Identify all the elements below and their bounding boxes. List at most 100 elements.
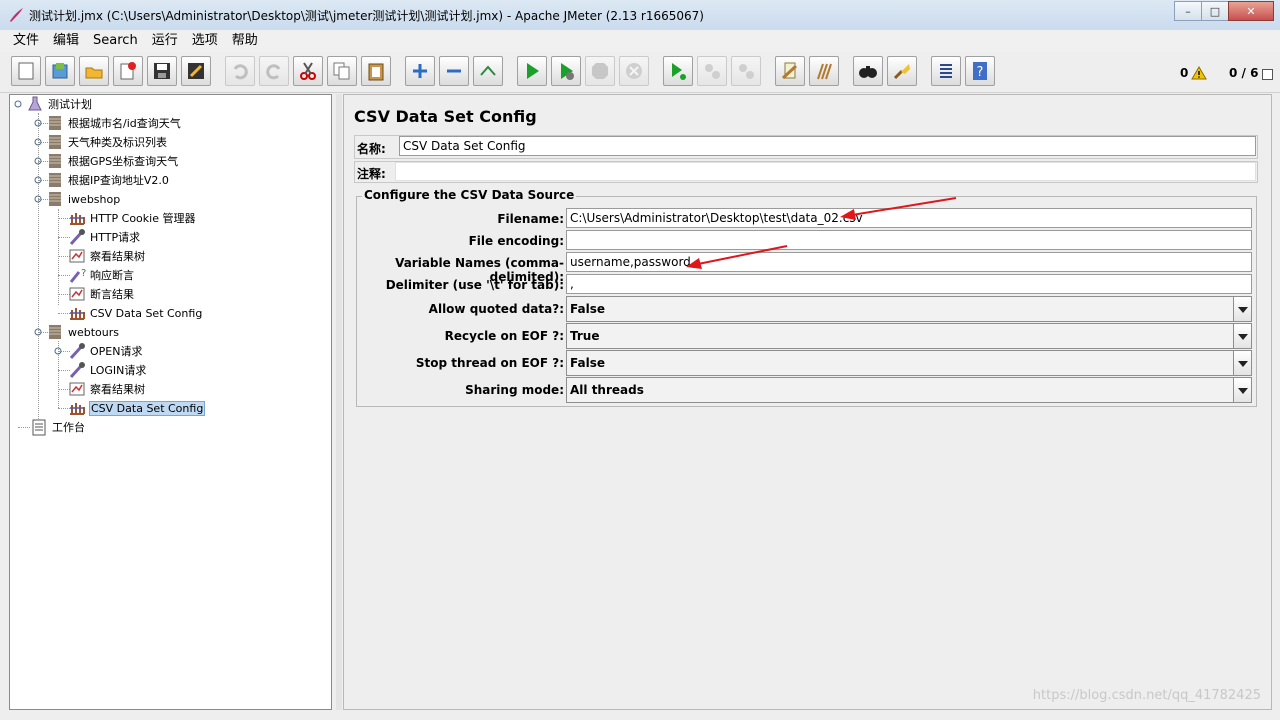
recycle-eof-select[interactable]: True xyxy=(566,323,1252,349)
paste-icon[interactable] xyxy=(361,56,391,86)
close-file-icon[interactable] xyxy=(113,56,143,86)
tree-node-csv-data-set-config-selected[interactable]: CSV Data Set Config xyxy=(68,399,206,417)
toggle-icon[interactable] xyxy=(473,56,503,86)
expand-handle-icon[interactable] xyxy=(34,157,42,165)
copy-icon[interactable] xyxy=(327,56,357,86)
svg-text:?: ? xyxy=(81,268,86,279)
delimiter-field[interactable]: , xyxy=(566,274,1252,294)
tree-node-thread-group[interactable]: 根据城市名/id查询天气 xyxy=(34,114,182,132)
menu-bar: 文件 编辑 Search 运行 选项 帮助 xyxy=(0,30,1280,52)
error-count: 0 xyxy=(1180,66,1189,80)
warning-icon[interactable] xyxy=(1191,66,1207,80)
menu-file[interactable]: 文件 xyxy=(0,30,46,52)
tree-node-label: OPEN请求 xyxy=(90,345,143,358)
expand-handle-icon[interactable] xyxy=(34,119,42,127)
tree-node-thread-group[interactable]: 天气种类及标识列表 xyxy=(34,133,168,151)
name-label: 名称: xyxy=(357,142,386,156)
remote-start-icon[interactable] xyxy=(663,56,693,86)
expand-handle-icon[interactable] xyxy=(54,347,62,355)
function-helper-icon[interactable] xyxy=(931,56,961,86)
thread-group-spool-icon xyxy=(49,173,61,187)
tree-node-test-plan[interactable]: 测试计划 xyxy=(14,95,93,113)
remote-stop-icon[interactable] xyxy=(697,56,727,86)
sharing-mode-label: Sharing mode: xyxy=(465,383,564,397)
undo-icon[interactable] xyxy=(225,56,255,86)
menu-run[interactable]: 运行 xyxy=(145,30,185,52)
sampler-pipette-icon xyxy=(69,229,85,246)
collapse-handle-icon[interactable] xyxy=(34,328,42,336)
menu-help[interactable]: 帮助 xyxy=(225,30,265,52)
menu-options[interactable]: 选项 xyxy=(185,30,225,52)
config-element-icon xyxy=(70,403,85,415)
tree-node-http-request[interactable]: HTTP请求 xyxy=(68,228,141,246)
variable-names-field[interactable]: username,password xyxy=(566,252,1252,272)
tree-node-login-request[interactable]: LOGIN请求 xyxy=(68,361,147,379)
close-button[interactable]: ✕ xyxy=(1228,1,1274,21)
tree-node-assertion-results[interactable]: 断言结果 xyxy=(68,285,135,303)
thread-group-spool-icon xyxy=(49,325,61,339)
file-encoding-field[interactable] xyxy=(566,230,1252,250)
sampler-pipette-icon xyxy=(69,362,85,379)
panel-splitter[interactable] xyxy=(336,94,342,710)
menu-edit[interactable]: 编辑 xyxy=(46,30,86,52)
tree-node-thread-group[interactable]: 根据IP查询地址V2.0 xyxy=(34,171,170,189)
expand-all-icon[interactable] xyxy=(405,56,435,86)
redo-icon[interactable] xyxy=(259,56,289,86)
tree-node-view-results-tree[interactable]: 察看结果树 xyxy=(68,247,146,265)
start-no-pauses-icon[interactable] xyxy=(551,56,581,86)
name-field[interactable]: CSV Data Set Config xyxy=(399,136,1256,156)
clear-icon[interactable] xyxy=(775,56,805,86)
reset-search-icon[interactable] xyxy=(887,56,917,86)
title-bar: 测试计划.jmx (C:\Users\Administrator\Desktop… xyxy=(0,0,1280,31)
tree-node-label: HTTP请求 xyxy=(90,231,141,244)
shutdown-icon[interactable] xyxy=(619,56,649,86)
stop-icon[interactable] xyxy=(585,56,615,86)
expand-handle-icon[interactable] xyxy=(14,100,22,108)
open-icon[interactable] xyxy=(79,56,109,86)
stop-thread-select[interactable]: False xyxy=(566,350,1252,376)
expand-handle-icon[interactable] xyxy=(34,138,42,146)
tree-node-label: 察看结果树 xyxy=(90,250,145,263)
tree-node-label: webtours xyxy=(68,325,120,339)
tree-node-label: 天气种类及标识列表 xyxy=(68,136,167,149)
tree-node-label: 根据城市名/id查询天气 xyxy=(68,117,181,130)
cut-icon[interactable] xyxy=(293,56,323,86)
tree-node-label: CSV Data Set Config xyxy=(89,400,206,416)
search-binoculars-icon[interactable] xyxy=(853,56,883,86)
tree-node-view-results-tree[interactable]: 察看结果树 xyxy=(68,380,146,398)
start-icon[interactable] xyxy=(517,56,547,86)
csv-source-group-title: Configure the CSV Data Source xyxy=(362,188,577,202)
tree-node-workbench[interactable]: 工作台 xyxy=(30,418,86,436)
chevron-down-icon[interactable] xyxy=(1233,378,1251,402)
comment-field[interactable] xyxy=(395,162,1256,181)
templates-icon[interactable] xyxy=(45,56,75,86)
tree-node-thread-group-iwebshop[interactable]: iwebshop xyxy=(34,190,121,208)
tree-node-thread-group-webtours[interactable]: webtours xyxy=(34,323,120,341)
save-screen-icon[interactable] xyxy=(181,56,211,86)
filename-field[interactable]: C:\Users\Administrator\Desktop\test\data… xyxy=(566,208,1252,228)
save-icon[interactable] xyxy=(147,56,177,86)
tree-node-thread-group[interactable]: 根据GPS坐标查询天气 xyxy=(34,152,179,170)
tree-node-response-assertion[interactable]: ? 响应断言 xyxy=(68,266,135,284)
jmeter-feather-icon xyxy=(10,8,23,22)
tree-node-open-request[interactable]: OPEN请求 xyxy=(54,342,143,360)
chevron-down-icon[interactable] xyxy=(1233,324,1251,348)
remote-shutdown-icon[interactable] xyxy=(731,56,761,86)
collapse-all-icon[interactable] xyxy=(439,56,469,86)
config-element-icon xyxy=(70,213,85,225)
chevron-down-icon[interactable] xyxy=(1233,297,1251,321)
minimize-button[interactable]: – xyxy=(1174,1,1202,21)
new-icon[interactable] xyxy=(11,56,41,86)
allow-quoted-select[interactable]: False xyxy=(566,296,1252,322)
clear-all-icon[interactable] xyxy=(809,56,839,86)
tree-node-cookie-manager[interactable]: HTTP Cookie 管理器 xyxy=(68,209,196,227)
tree-node-csv-data-set-config[interactable]: CSV Data Set Config xyxy=(68,304,203,322)
sharing-mode-select[interactable]: All threads xyxy=(566,377,1252,403)
help-icon[interactable]: ? xyxy=(965,56,995,86)
maximize-button[interactable]: □ xyxy=(1201,1,1229,21)
expand-handle-icon[interactable] xyxy=(34,176,42,184)
thread-group-spool-icon xyxy=(49,135,61,149)
menu-search[interactable]: Search xyxy=(86,30,145,52)
chevron-down-icon[interactable] xyxy=(1233,351,1251,375)
collapse-handle-icon[interactable] xyxy=(34,195,42,203)
